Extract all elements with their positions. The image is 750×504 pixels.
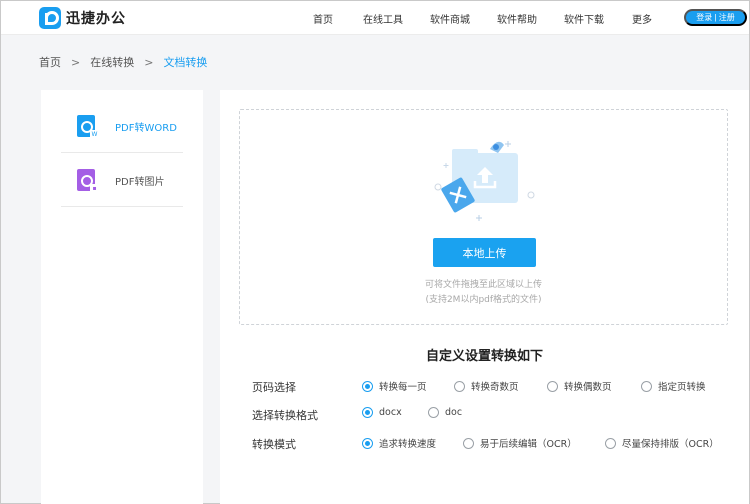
radio-unchecked-icon [428, 407, 439, 418]
option-docx[interactable]: docx [362, 407, 402, 418]
page-selection-label: 页码选择 [252, 381, 296, 394]
nav-more[interactable]: 更多 [632, 11, 652, 26]
radio-unchecked-icon [547, 380, 558, 392]
radio-checked-icon [362, 437, 373, 449]
nav-software-store[interactable]: 软件商城 [430, 11, 470, 26]
sidebar-item-label: PDF转WORD [115, 122, 177, 134]
breadcrumb-online-convert[interactable]: 在线转换 [90, 54, 134, 70]
sidebar-item-pdf-to-word[interactable]: W PDF转WORD [61, 100, 183, 153]
radio-checked-icon [362, 380, 373, 392]
logo-text: 迅捷办公 [66, 11, 126, 27]
breadcrumb-separator: > [71, 55, 81, 69]
option-easy-edit-ocr[interactable]: 易于后续编辑（OCR） [463, 436, 577, 450]
logo-icon [39, 7, 61, 29]
option-convert-every-page[interactable]: 转换每一页 [362, 379, 427, 393]
option-speed-priority[interactable]: 追求转换速度 [362, 436, 436, 450]
brand-logo[interactable]: 迅捷办公 [39, 6, 126, 30]
breadcrumb: 首页 > 在线转换 > 文档转换 [39, 54, 207, 70]
format-selection-label: 选择转换格式 [252, 409, 318, 422]
radio-unchecked-icon [454, 380, 465, 392]
pdf-to-image-icon: ▪ [77, 169, 99, 193]
nav-online-tools[interactable]: 在线工具 [363, 11, 403, 26]
option-specify-pages[interactable]: 指定页转换 [641, 379, 706, 393]
option-keep-layout-ocr[interactable]: 尽量保持排版（OCR） [605, 436, 719, 450]
settings-title: 自定义设置转换如下 [425, 349, 543, 364]
conversion-mode-label: 转换模式 [252, 438, 296, 451]
radio-checked-icon [362, 407, 373, 418]
upload-illustration-icon [434, 141, 535, 221]
radio-unchecked-icon [641, 380, 652, 392]
local-upload-button[interactable]: 本地上传 [433, 238, 536, 267]
radio-unchecked-icon [605, 437, 616, 449]
option-convert-odd-pages[interactable]: 转换奇数页 [454, 379, 519, 393]
breadcrumb-home[interactable]: 首页 [39, 54, 61, 70]
top-header: 迅捷办公 首页 在线工具 软件商城 软件帮助 软件下载 更多 登录 | 注册 [1, 1, 749, 35]
login-register-button[interactable]: 登录 | 注册 [684, 9, 747, 26]
main-panel: 本地上传 可将文件拖拽至此区域以上传 (支持2M以内pdf格式的文件) 自定义设… [220, 90, 749, 504]
upload-size-hint: (支持2M以内pdf格式的文件) [425, 295, 542, 305]
option-convert-even-pages[interactable]: 转换偶数页 [547, 379, 612, 393]
sidebar: W PDF转WORD ▪ PDF转图片 [41, 90, 203, 504]
nav-home[interactable]: 首页 [313, 11, 333, 26]
sidebar-item-pdf-to-image[interactable]: ▪ PDF转图片 [61, 154, 183, 207]
nav-software-help[interactable]: 软件帮助 [497, 11, 537, 26]
upload-hint: 可将文件拖拽至此区域以上传 [424, 280, 542, 290]
option-doc[interactable]: doc [428, 407, 462, 418]
breadcrumb-current: 文档转换 [163, 56, 208, 69]
pdf-to-word-icon: W [77, 115, 99, 139]
radio-unchecked-icon [463, 437, 474, 449]
breadcrumb-separator: > [144, 55, 154, 69]
nav-software-download[interactable]: 软件下载 [564, 11, 604, 26]
sidebar-item-label: PDF转图片 [115, 176, 165, 188]
upload-drop-zone[interactable]: 本地上传 可将文件拖拽至此区域以上传 (支持2M以内pdf格式的文件) [239, 109, 728, 325]
